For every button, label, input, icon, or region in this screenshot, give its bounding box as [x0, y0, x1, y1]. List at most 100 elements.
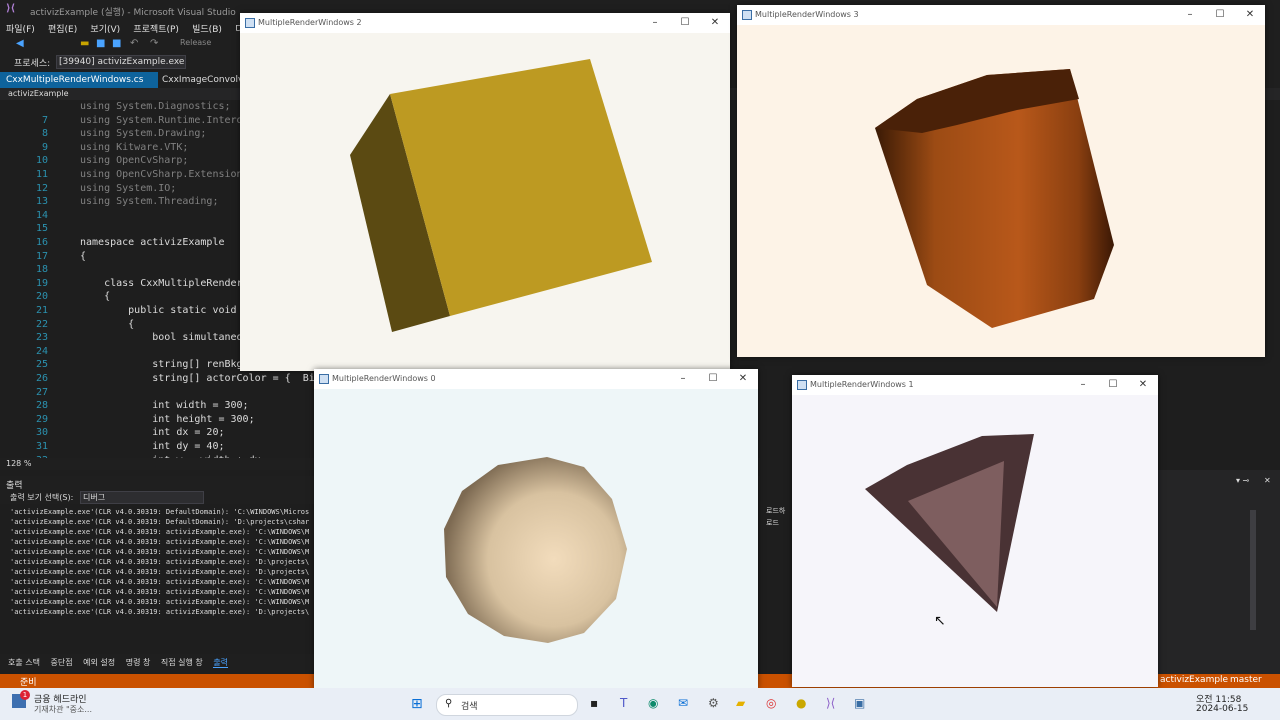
line-number: 25 [35, 359, 48, 371]
code-text: int height = 300; [80, 413, 255, 425]
minimize-icon[interactable]: – [1076, 378, 1090, 392]
render-app-icon[interactable]: ▣ [854, 696, 865, 710]
code-text: using OpenCvSharp.Extensions; [80, 169, 255, 180]
undo-icon[interactable]: ↶ [130, 38, 138, 49]
vs-logo-icon: ⟩⟨ [6, 3, 16, 14]
line-number: 20 [35, 291, 48, 303]
output-line: 'activizExample.exe'(CLR v4.0.30319: act… [10, 548, 310, 556]
code-text: string[] actorColor = { Bisqu [80, 373, 333, 384]
tab-exception-settings[interactable]: 예외 설정 [83, 658, 115, 667]
output-line: 'activizExample.exe'(CLR v4.0.30319: act… [10, 588, 310, 596]
render-window-2[interactable]: MultipleRenderWindows 2 – ☐ ✕ [240, 13, 730, 371]
save-all-icon[interactable]: ■ [112, 38, 121, 49]
menu-build[interactable]: 빌드(B) [192, 25, 222, 35]
notification-badge: 1 [20, 690, 30, 700]
tab-output[interactable]: 출력 [213, 658, 229, 668]
tab-breakpoints[interactable]: 중단점 [51, 658, 73, 667]
code-text: namespace activizExample [80, 237, 225, 248]
teams-icon[interactable]: T [620, 696, 627, 710]
tab-call-stack[interactable]: 호출 스택 [8, 658, 40, 667]
app-icon [245, 18, 255, 28]
news-subtitle[interactable]: 기재차관 "중소... [34, 704, 92, 715]
window-title-bar[interactable]: MultipleRenderWindows 2 – ☐ ✕ [240, 13, 730, 33]
window-title-bar[interactable]: MultipleRenderWindows 3 – ☐ ✕ [737, 5, 1265, 25]
tab-command-window[interactable]: 명령 창 [126, 658, 151, 667]
menu-file[interactable]: 파일(F) [6, 25, 35, 35]
minimize-icon[interactable]: – [1183, 8, 1197, 22]
close-icon[interactable]: ✕ [736, 372, 750, 386]
clock-date[interactable]: 2024-06-15 [1196, 704, 1248, 714]
maximize-icon[interactable]: ☐ [678, 16, 692, 30]
tab-immediate-window[interactable]: 직접 실행 창 [161, 658, 203, 667]
branch-name[interactable]: master [1230, 675, 1262, 685]
save-icon[interactable]: ■ [96, 38, 105, 49]
render-view[interactable] [240, 33, 730, 371]
render-view[interactable]: ↖ [792, 395, 1158, 687]
render-window-0[interactable]: MultipleRenderWindows 0 – ☐ ✕ [314, 369, 758, 689]
search-icon: ⚲ [445, 698, 453, 709]
chrome-icon[interactable]: ◎ [766, 696, 776, 710]
open-folder-icon[interactable]: ▬ [80, 38, 89, 49]
close-panel-icon[interactable]: ✕ [1264, 476, 1271, 485]
render-canvas [875, 69, 1114, 328]
back-icon[interactable]: ◀ [16, 38, 24, 49]
output-source-select[interactable]: 디버그 [80, 491, 204, 504]
render-window-3[interactable]: MultipleRenderWindows 3 – ☐ ✕ [737, 5, 1265, 357]
output-scrollbar[interactable] [1250, 510, 1256, 630]
line-number: 17 [35, 250, 48, 262]
window-title: MultipleRenderWindows 3 [755, 10, 859, 19]
menu-edit[interactable]: 편집(E) [48, 25, 77, 35]
output-text: 'activizExample.exe'(CLR v4.0.30319: Def… [0, 504, 320, 644]
code-text: bool simultaneous [80, 332, 255, 344]
close-icon[interactable]: ✕ [1136, 378, 1150, 392]
kakaotalk-icon[interactable]: ● [796, 696, 806, 710]
close-icon[interactable]: ✕ [708, 16, 722, 30]
output-line: 'activizExample.exe'(CLR v4.0.30319: act… [10, 558, 310, 566]
config-select[interactable]: Release [180, 38, 211, 47]
render-view[interactable] [737, 25, 1265, 357]
tab-label: CxxMultipleRenderWindows.cs [6, 75, 144, 85]
zoom-level[interactable]: 128 % [6, 459, 31, 468]
process-select[interactable]: [39940] activizExample.exe [56, 55, 186, 69]
output-source-bar: 출력 보기 선택(S): 디버그 [0, 490, 320, 504]
output-line: 'activizExample.exe'(CLR v4.0.30319: Def… [10, 508, 310, 516]
tab-cxxmultiplerenderwindows[interactable]: CxxMultipleRenderWindows.cs ⊸ ✕ [0, 72, 158, 101]
maximize-icon[interactable]: ☐ [1106, 378, 1120, 392]
status-project[interactable]: activizExample [1160, 675, 1228, 685]
maximize-icon[interactable]: ☐ [1213, 8, 1227, 22]
pin-icon[interactable]: ▾ ⊸ [1236, 476, 1249, 485]
line-number: 16 [35, 237, 48, 248]
menu-view[interactable]: 보기(V) [90, 25, 120, 35]
settings-gear-icon[interactable]: ⚙ [708, 696, 719, 710]
taskbar-search-box[interactable]: ⚲ 검색 [436, 694, 578, 716]
search-placeholder: 검색 [461, 702, 478, 712]
file-explorer-icon[interactable]: ▰ [736, 696, 745, 710]
visual-studio-icon[interactable]: ⟩⟨ [826, 696, 835, 710]
render-window-1[interactable]: MultipleRenderWindows 1 – ☐ ✕ ↖ [792, 375, 1158, 687]
code-text: public static void Ru [80, 305, 255, 316]
close-icon[interactable]: ✕ [1243, 8, 1257, 22]
mail-icon[interactable]: ✉ [678, 696, 688, 710]
code-text: int width = 300; [80, 400, 249, 412]
output-line: 'activizExample.exe'(CLR v4.0.30319: act… [10, 538, 310, 546]
task-view-icon[interactable]: ▪ [590, 696, 598, 710]
minimize-icon[interactable]: – [676, 372, 690, 386]
line-number: 12 [35, 182, 48, 194]
maximize-icon[interactable]: ☐ [706, 372, 720, 386]
menu-project[interactable]: 프로젝트(P) [133, 25, 179, 35]
edge-icon[interactable]: ◉ [648, 696, 658, 710]
start-windows-icon[interactable]: ⊞ [411, 696, 423, 712]
line-number: 13 [35, 196, 48, 208]
window-title-bar[interactable]: MultipleRenderWindows 0 – ☐ ✕ [314, 369, 758, 389]
line-number: 10 [35, 155, 48, 167]
window-title: MultipleRenderWindows 0 [332, 374, 436, 383]
redo-icon[interactable]: ↷ [150, 38, 158, 49]
render-view[interactable] [314, 389, 758, 689]
status-ready: 준비 [20, 678, 37, 688]
code-text: { [80, 250, 87, 262]
project-dropdown[interactable]: activizExample [8, 89, 69, 98]
window-title-bar[interactable]: MultipleRenderWindows 1 – ☐ ✕ [792, 375, 1158, 395]
minimize-icon[interactable]: – [648, 16, 662, 30]
output-line: 'activizExample.exe'(CLR v4.0.30319: act… [10, 608, 310, 616]
bottom-tool-tabs: 호출 스택 중단점 예외 설정 명령 창 직접 실행 창 출력 [0, 654, 320, 670]
